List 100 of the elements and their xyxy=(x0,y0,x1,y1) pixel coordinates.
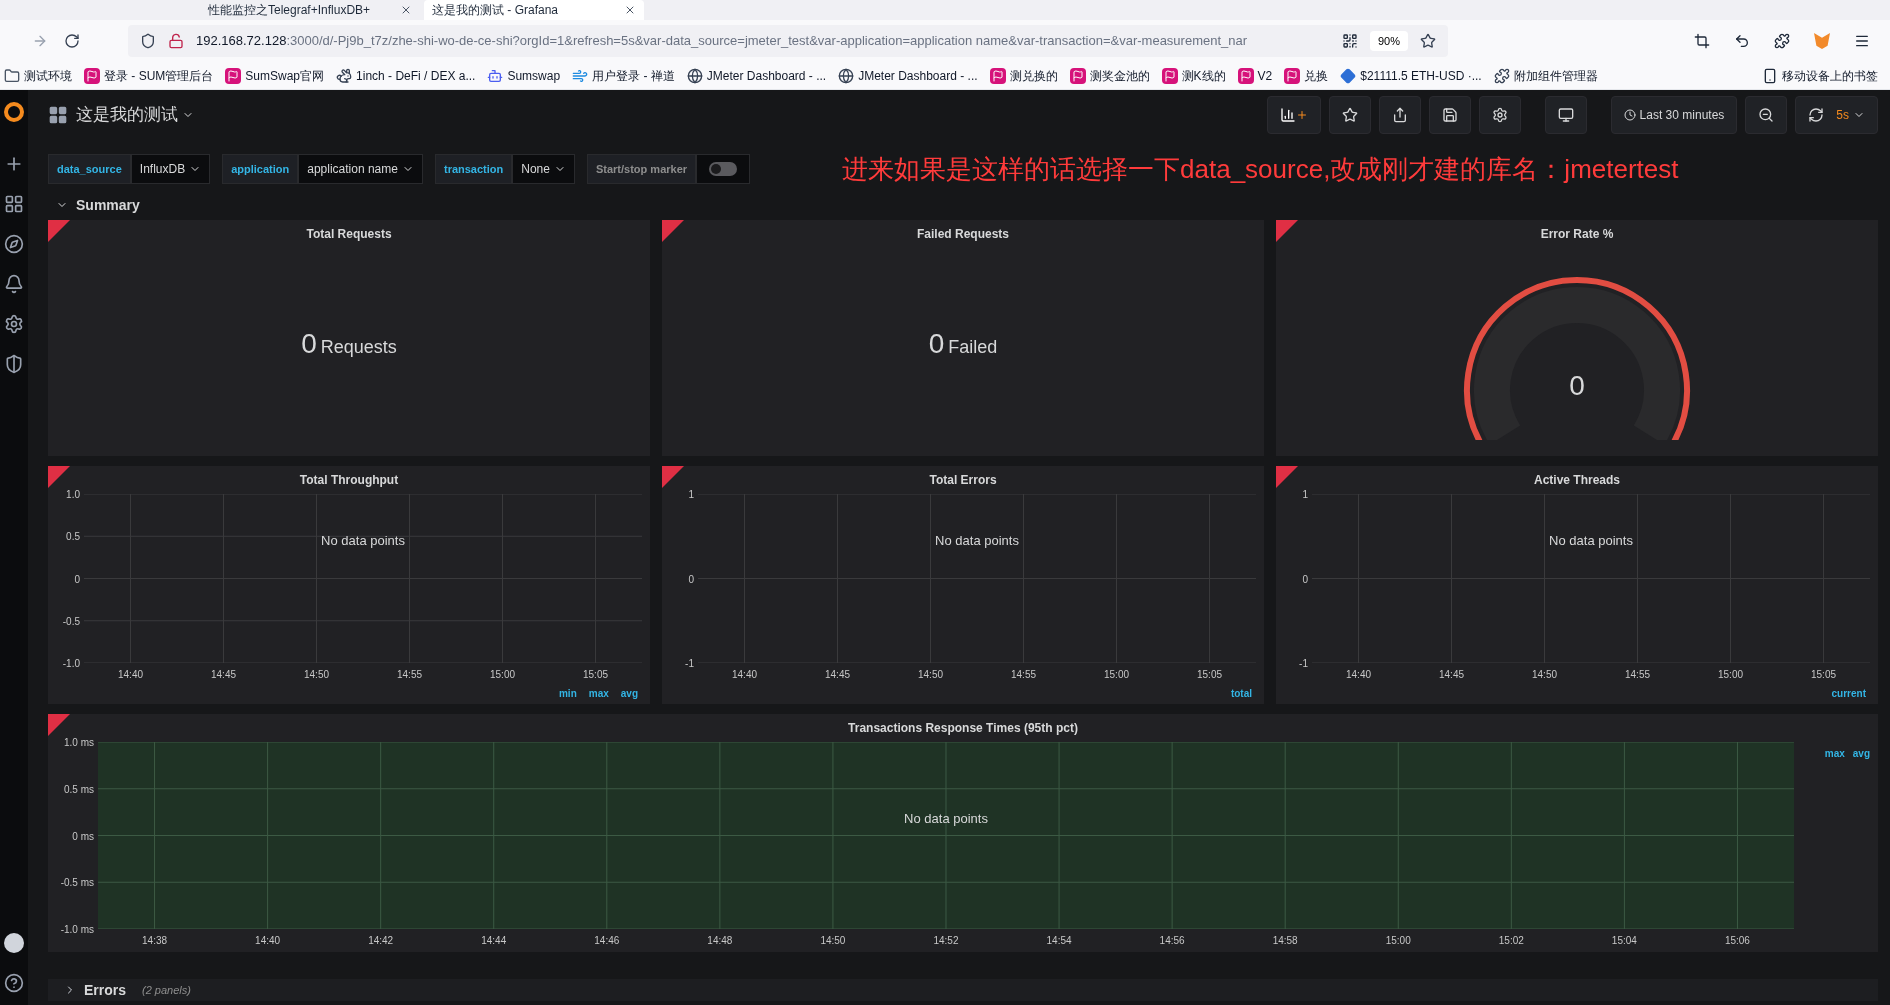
panel-title[interactable]: Total Throughput xyxy=(299,471,399,489)
legend-header[interactable]: current xyxy=(1831,686,1866,700)
panel-count: (2 panels) xyxy=(142,982,191,998)
zoom-out-button[interactable] xyxy=(1745,96,1788,134)
legend-header[interactable]: avg xyxy=(1852,746,1870,761)
panel-title[interactable]: Total Requests xyxy=(306,225,392,243)
globe-icon xyxy=(838,67,855,84)
bookmark[interactable]: $21111.5 ETH-USD ·... xyxy=(1340,66,1482,85)
x-axis-label: 14:40 xyxy=(255,934,281,948)
variable-label: application xyxy=(222,154,299,184)
flag-icon xyxy=(989,67,1006,84)
dashboard-title[interactable]: 这是我的测试 xyxy=(76,102,194,128)
x-axis-label: 14:45 xyxy=(1439,668,1464,682)
row-header[interactable]: Errors (2 panels) xyxy=(48,979,1878,1001)
y-axis-label: 1.0 ms xyxy=(64,735,94,750)
url-text: 192.168.72.128:3000/d/-Pj9b_t7z/zhe-shi-wo-de-ce-shi?orgId=1&refresh=5s&var-data_source=jmeter_test&var-application=application name&var-transaction=&var-measurement_nar xyxy=(196,32,1248,51)
shield-icon[interactable] xyxy=(140,33,156,49)
crop-icon[interactable] xyxy=(1694,33,1710,49)
tv-mode-button[interactable] xyxy=(1544,96,1587,134)
y-axis-label: -1 xyxy=(1299,656,1308,671)
y-axis-label: -1.0 xyxy=(62,656,80,671)
bookmark[interactable]: 兑换 xyxy=(1284,66,1329,85)
legend-header[interactable]: total xyxy=(1230,686,1252,700)
y-axis-label: 1 xyxy=(1302,487,1308,502)
toggle-switch[interactable] xyxy=(709,162,738,176)
x-axis-label: 14:40 xyxy=(118,668,143,682)
bookmark[interactable]: SumSwap官网 xyxy=(225,66,325,85)
row-title: Errors xyxy=(84,980,127,1000)
url-field[interactable]: 192.168.72.128:3000/d/-Pj9b_t7z/zhe-shi-wo-de-ce-shi?orgId=1&refresh=5s&var-data_source=jmeter_test&var-application=application name&var-transaction=&var-measurement_nar 90% xyxy=(128,25,1448,57)
variable-label: data_source xyxy=(48,154,131,184)
legend-header[interactable]: avg xyxy=(620,686,638,700)
star-button[interactable] xyxy=(1328,96,1371,134)
bookmark[interactable]: V2 xyxy=(1237,66,1273,85)
y-axis-label: 0 xyxy=(74,572,80,586)
y-axis-label: 1.0 xyxy=(66,487,80,502)
settings-button[interactable] xyxy=(1478,96,1521,134)
bookmark[interactable]: 测K线的 xyxy=(1161,66,1226,85)
help-icon[interactable] xyxy=(4,973,24,993)
panel-title[interactable]: Error Rate % xyxy=(1540,225,1614,243)
legend-header[interactable]: min xyxy=(558,686,577,700)
save-button[interactable] xyxy=(1428,96,1471,134)
avatar[interactable] xyxy=(4,933,24,953)
panel-title[interactable]: Active Threads xyxy=(1533,471,1620,489)
bookmark[interactable]: 登录 - SUM管理后台 xyxy=(84,66,214,85)
zoom-out-icon xyxy=(1758,107,1775,123)
mobile-bookmarks[interactable]: 移动设备上的书签 xyxy=(1762,66,1878,85)
x-axis-label: 14:45 xyxy=(211,668,236,682)
bookmark[interactable]: Sumswap xyxy=(487,66,561,85)
monitor-icon xyxy=(1557,107,1574,123)
add-panel-button[interactable] xyxy=(1266,96,1321,134)
time-range-button[interactable]: Last 30 minutes xyxy=(1610,96,1738,134)
shield-icon[interactable] xyxy=(4,354,24,374)
insecure-lock-icon[interactable] xyxy=(168,33,184,49)
refresh-button[interactable]: 5s xyxy=(1795,96,1878,134)
x-axis-label: 14:50 xyxy=(820,934,846,948)
x-axis-label: 14:50 xyxy=(918,668,943,682)
qr-code-icon[interactable] xyxy=(1341,33,1358,49)
variable-dropdown[interactable]: application name xyxy=(298,154,423,184)
tab-title: 性能监控之Telegraf+InfluxDB+ xyxy=(208,2,372,19)
bookmark[interactable]: 测兑换的 xyxy=(989,66,1058,85)
x-axis-label: 14:50 xyxy=(304,668,329,682)
extensions-icon[interactable] xyxy=(1774,33,1790,49)
flag-icon xyxy=(1237,67,1254,84)
x-axis-label: 14:45 xyxy=(825,668,850,682)
settings-icon[interactable] xyxy=(4,314,24,334)
bell-icon[interactable] xyxy=(4,274,24,294)
reload-icon[interactable] xyxy=(64,33,80,49)
bookmark[interactable]: 附加组件管理器 xyxy=(1493,66,1598,85)
bookmark[interactable]: JMeter Dashboard - ... xyxy=(838,66,978,85)
panel-title[interactable]: Total Errors xyxy=(929,471,997,489)
zoom-level[interactable]: 90% xyxy=(1369,30,1408,52)
dashboards-icon[interactable] xyxy=(4,194,24,214)
robot-icon xyxy=(487,67,504,84)
bookmark[interactable]: 用户登录 - 禅道 xyxy=(572,66,675,85)
panel-title[interactable]: Failed Requests xyxy=(917,225,1009,243)
puzzle-icon xyxy=(1493,67,1510,84)
bookmark[interactable]: 测试环境 xyxy=(4,66,72,85)
grafana-logo[interactable] xyxy=(4,102,24,122)
annotation-note: 进来如果是这样的话选择一下data_source,改成刚才建的库名：jmetertest xyxy=(842,152,1679,186)
compass-icon[interactable] xyxy=(4,234,24,254)
legend-header[interactable]: max xyxy=(588,686,609,700)
variable-dropdown[interactable]: None xyxy=(512,154,575,184)
bookmark[interactable]: 测奖金池的 xyxy=(1069,66,1150,85)
refresh-icon xyxy=(1808,107,1825,123)
bookmark[interactable]: 1inch - DeFi / DEX a... xyxy=(336,66,476,85)
share-button[interactable] xyxy=(1378,96,1421,134)
bookmark[interactable]: JMeter Dashboard - ... xyxy=(686,66,827,85)
star-icon xyxy=(1341,107,1358,123)
legend-header[interactable]: max xyxy=(1824,746,1845,761)
close-icon[interactable] xyxy=(400,4,412,16)
panel-title[interactable]: Transactions Response Times (95th pct) xyxy=(848,719,1078,737)
settings-icon xyxy=(1491,107,1508,123)
row-header[interactable]: Summary xyxy=(40,190,1878,220)
close-icon[interactable] xyxy=(624,4,636,16)
menu-icon[interactable] xyxy=(1854,33,1870,49)
star-icon[interactable] xyxy=(1420,33,1436,49)
undo-icon[interactable] xyxy=(1734,33,1750,49)
variable-dropdown[interactable]: InfluxDB xyxy=(130,154,211,184)
browser-tab[interactable]: 性能监控之Telegraf+InfluxDB+ xyxy=(200,0,420,20)
browser-tab[interactable]: 这是我的测试 - Grafana xyxy=(424,0,644,20)
